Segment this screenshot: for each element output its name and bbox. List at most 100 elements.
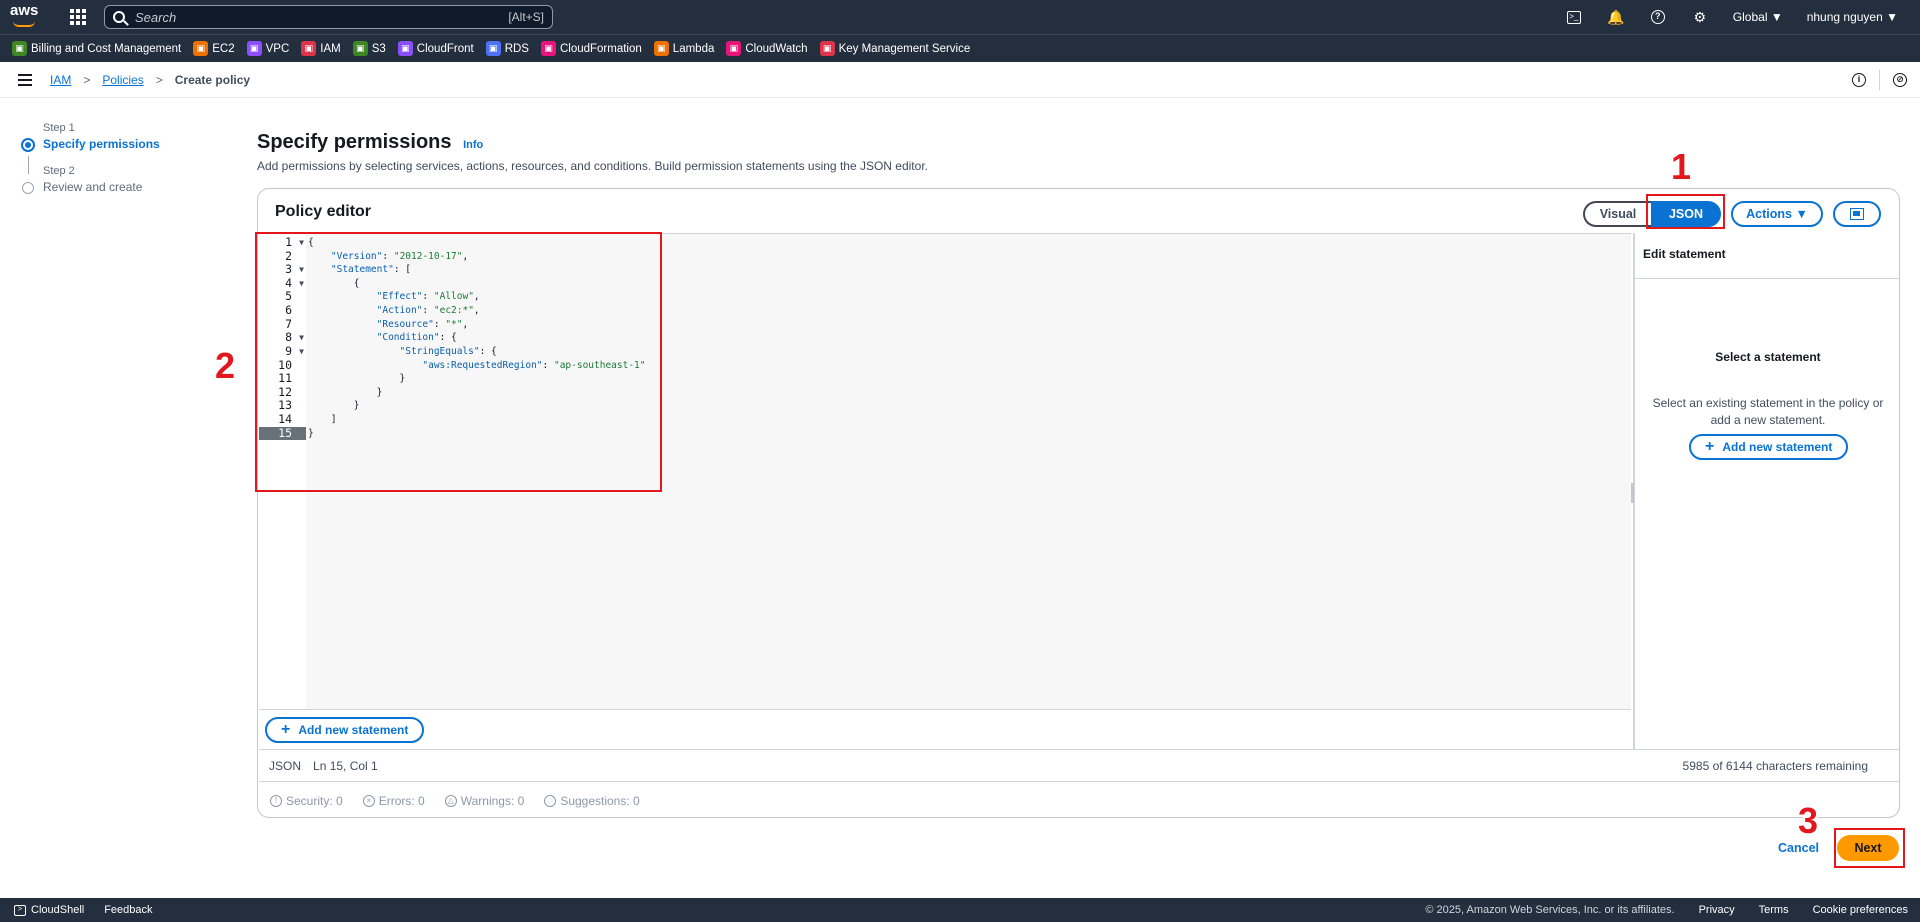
favorite-lambda[interactable]: ▣ Lambda: [653, 41, 715, 56]
cancel-button[interactable]: Cancel: [1778, 841, 1819, 855]
annotation-box-next: [1834, 828, 1905, 868]
actions-dropdown[interactable]: Actions ▼: [1731, 201, 1823, 227]
copyright: © 2025, Amazon Web Services, Inc. or its…: [1425, 904, 1675, 916]
description-line-1: Select an existing statement in the poli…: [1652, 396, 1884, 410]
annotation-number-2: 2: [215, 345, 236, 386]
side-add-new-statement-label: Add new statement: [1722, 440, 1833, 454]
favorite-label: Billing and Cost Management: [31, 42, 182, 55]
security-findings[interactable]: ! Security: 0: [270, 794, 343, 808]
favorite-label: IAM: [320, 42, 341, 55]
add-new-statement-label: Add new statement: [298, 723, 409, 737]
service-icon: ▣: [246, 41, 262, 56]
service-icon: ▣: [726, 41, 742, 56]
cloudshell-link[interactable]: > CloudShell: [14, 904, 84, 916]
user-menu[interactable]: nhung nguyen ▼: [1795, 10, 1910, 24]
search-icon: [113, 11, 125, 23]
validation-summary: ! Security: 0 × Errors: 0 △ Warnings: 0 ◌ Su…: [259, 781, 1899, 817]
favorite-label: S3: [371, 42, 386, 55]
breadcrumb-iam[interactable]: IAM: [50, 73, 71, 87]
favorite-label: EC2: [212, 42, 235, 55]
split-panel-icon: [1850, 208, 1864, 220]
terms-link[interactable]: Terms: [1759, 904, 1789, 916]
error-findings[interactable]: × Errors: 0: [362, 794, 425, 808]
add-statement-row: + Add new statement: [259, 709, 1631, 749]
favorite-rds[interactable]: ▣ RDS: [485, 41, 529, 56]
info-link[interactable]: Info: [463, 139, 483, 151]
bell-icon[interactable]: 🔔: [1595, 0, 1637, 34]
cursor-position: Ln 15, Col 1: [313, 758, 378, 773]
description-line-2: add a new statement.: [1710, 413, 1826, 427]
aws-logo-text: aws: [10, 2, 39, 19]
suggestion-findings[interactable]: ◌ Suggestions: 0: [544, 794, 640, 808]
aws-logo[interactable]: aws: [10, 2, 44, 29]
search-box[interactable]: [Alt+S]: [104, 5, 553, 29]
search-input[interactable]: [135, 9, 509, 25]
chevron-right-icon: >: [155, 72, 163, 87]
split-panel-toggle[interactable]: [1833, 201, 1881, 227]
step-active-indicator: [21, 138, 35, 152]
page-title: Specify permissions Info: [257, 131, 483, 154]
service-icon: ▣: [352, 41, 368, 56]
annotation-number-3: 3: [1798, 800, 1819, 841]
favorite-label: CloudWatch: [745, 42, 808, 55]
edit-statement-header: Edit statement: [1635, 233, 1899, 279]
console-footer: > CloudShell Feedback © 2025, Amazon Web …: [0, 898, 1920, 922]
favorite-cloudwatch[interactable]: ▣ CloudWatch: [726, 41, 808, 56]
page-title-text: Specify permissions: [257, 131, 452, 153]
region-selector[interactable]: Global ▼: [1721, 10, 1795, 24]
step-1[interactable]: Step 1 Specify permissions: [20, 122, 240, 152]
feedback-link[interactable]: Feedback: [104, 904, 152, 916]
cloudshell-icon: >: [14, 904, 26, 916]
favorite-s3[interactable]: ▣ S3: [352, 41, 386, 56]
chevron-right-icon: >: [83, 72, 91, 87]
service-icon: ▣: [819, 41, 835, 56]
annotation-box-json: [1646, 194, 1725, 229]
edit-statement-panel: Edit statement Select a statement Select…: [1631, 233, 1899, 749]
help-icon[interactable]: ?: [1637, 0, 1679, 34]
services-grid-icon[interactable]: [66, 5, 90, 29]
gear-icon[interactable]: ⚙: [1679, 0, 1721, 34]
favorite-cloudfront[interactable]: ▣ CloudFront: [397, 41, 474, 56]
favorite-iam[interactable]: ▣ IAM: [301, 41, 341, 56]
favorite-ec2[interactable]: ▣ EC2: [193, 41, 235, 56]
service-icon: ▣: [397, 41, 413, 56]
step-2-title: Review and create: [43, 180, 143, 194]
info-panel-icon[interactable]: i: [1839, 73, 1879, 87]
step-2-label: Step 2: [43, 165, 75, 177]
editor-status-bar: JSON Ln 15, Col 1 5985 of 6144 character…: [259, 749, 1899, 781]
favorite-label: Key Management Service: [838, 42, 971, 55]
favorite-label: Lambda: [672, 42, 715, 55]
cookie-preferences-link[interactable]: Cookie preferences: [1813, 904, 1908, 916]
top-navigation-bar: aws [Alt+S] >_ 🔔 ? ⚙ Global ▼ nhung nguy…: [0, 0, 1920, 34]
favorite-key-management-service[interactable]: ▣ Key Management Service: [819, 41, 971, 56]
cloudshell-label: CloudShell: [31, 904, 85, 916]
favorite-label: CloudFront: [416, 42, 474, 55]
add-new-statement-button[interactable]: + Add new statement: [265, 717, 425, 743]
annotation-box-editor: [255, 232, 662, 492]
favorite-cloudformation[interactable]: ▣ CloudFormation: [540, 41, 642, 56]
warning-findings[interactable]: △ Warnings: 0: [444, 794, 524, 808]
wizard-steps: Step 1 Specify permissions Step 2 Review…: [20, 122, 240, 208]
notifications-panel-icon[interactable]: ⊘: [1880, 73, 1920, 87]
breadcrumb-policies[interactable]: Policies: [102, 73, 143, 87]
favorite-billing-and-cost-management[interactable]: ▣ Billing and Cost Management: [12, 41, 181, 56]
status-mode: JSON: [269, 758, 302, 773]
favorites-bar: ▣ Billing and Cost Management ▣ EC2 ▣ VPC ▣ IAM…: [0, 34, 1920, 62]
step-1-label: Step 1: [43, 122, 75, 134]
favorite-vpc[interactable]: ▣ VPC: [246, 41, 289, 56]
service-icon: ▣: [193, 41, 209, 56]
visual-mode-button[interactable]: Visual: [1583, 201, 1651, 227]
error-icon: ×: [362, 794, 375, 807]
shield-icon: !: [270, 794, 282, 807]
privacy-link[interactable]: Privacy: [1699, 904, 1735, 916]
step-1-title: Specify permissions: [43, 137, 160, 151]
select-statement-description: Select an existing statement in the poli…: [1635, 395, 1899, 429]
favorite-label: CloudFormation: [559, 42, 642, 55]
search-shortcut: [Alt+S]: [508, 10, 544, 24]
menu-icon[interactable]: [18, 73, 32, 86]
breadcrumb-bar: IAM > Policies > Create policy i ⊘: [0, 62, 1920, 98]
breadcrumb-current: Create policy: [174, 72, 251, 87]
step-2: Step 2 Review and create: [20, 165, 240, 194]
side-add-new-statement-button[interactable]: + Add new statement: [1689, 434, 1849, 460]
cloudshell-icon[interactable]: >_: [1553, 0, 1595, 34]
